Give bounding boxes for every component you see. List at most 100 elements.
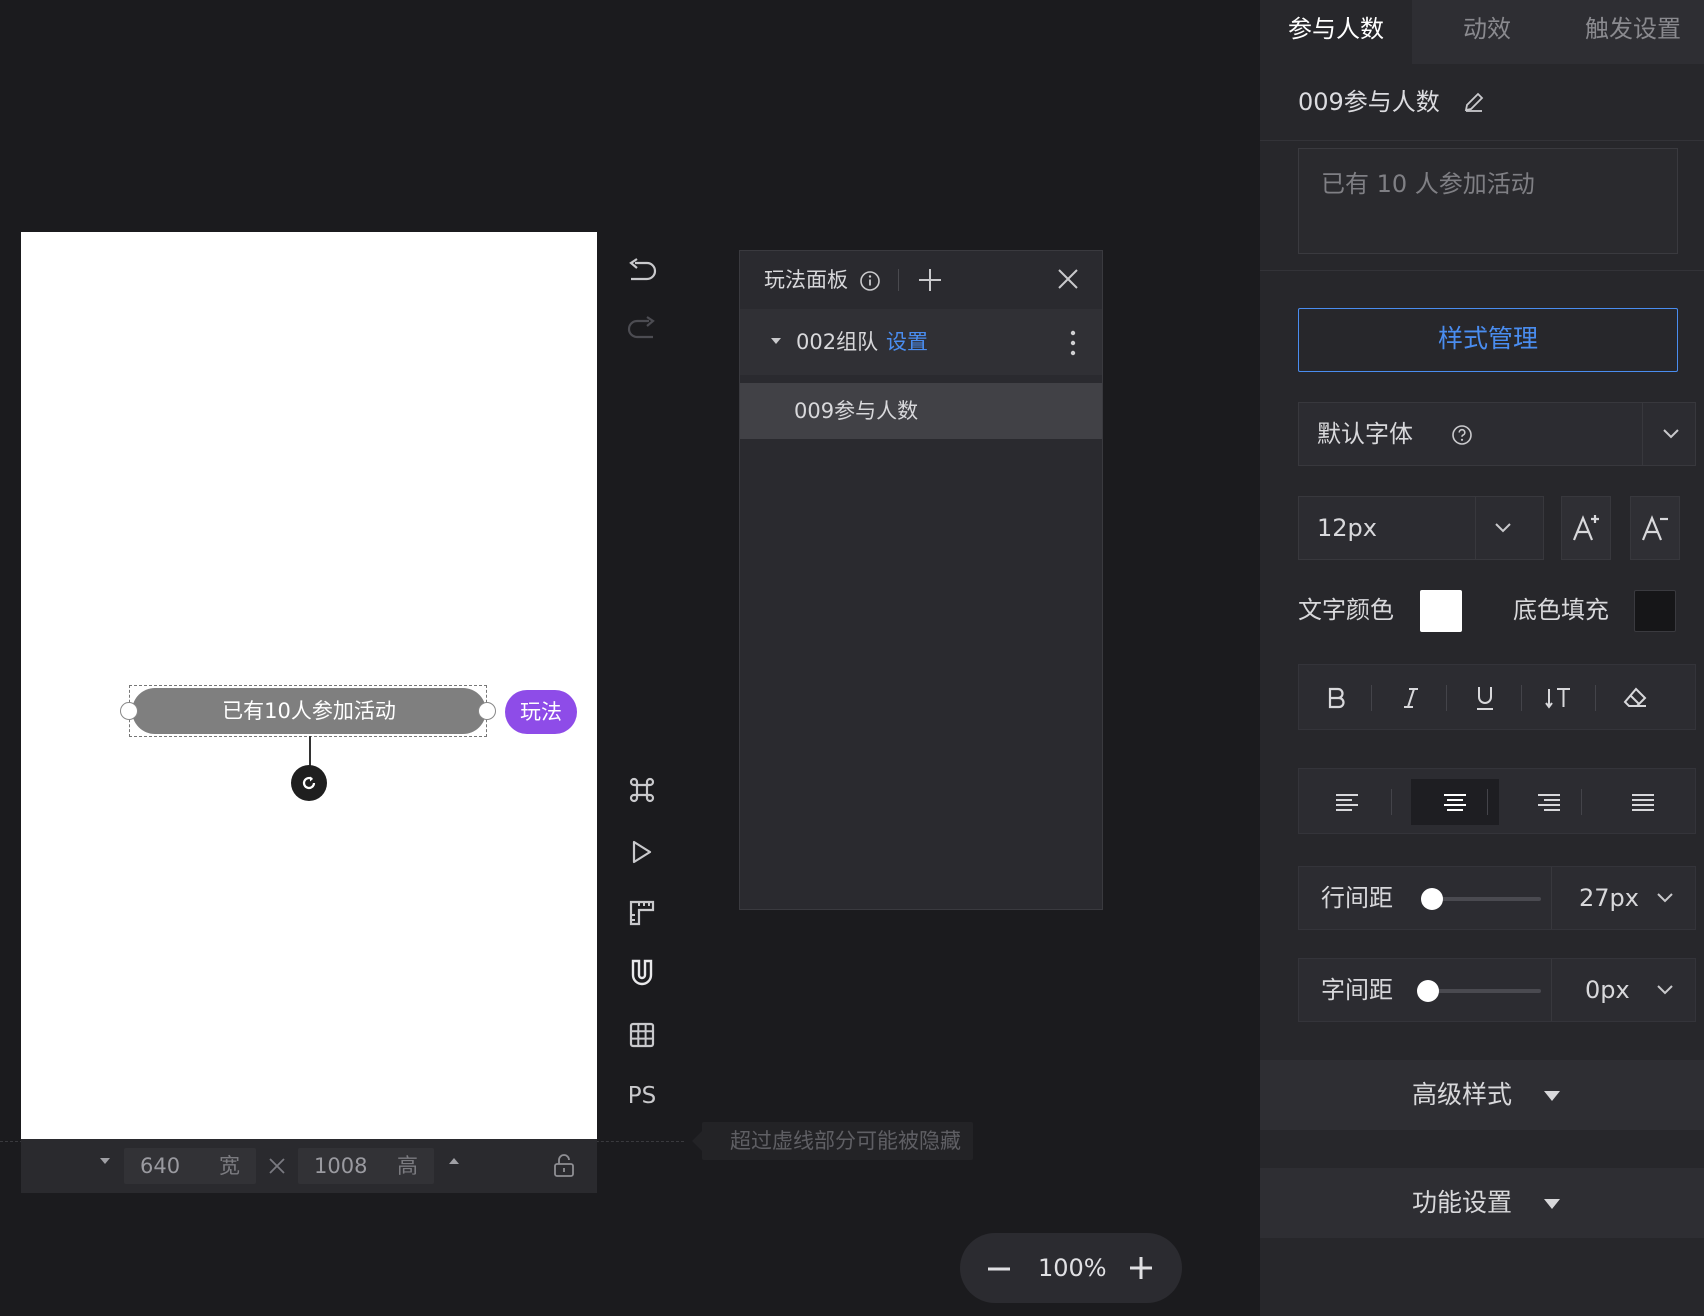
align-left-icon: [1336, 794, 1358, 811]
section-divider: [1260, 270, 1704, 271]
letter-spacing-value[interactable]: 0px: [1585, 972, 1630, 1008]
align-right-icon: [1538, 794, 1560, 811]
zoom-out-button[interactable]: [986, 1256, 1012, 1282]
width-value: 640: [140, 1154, 181, 1178]
resize-handle-left[interactable]: [120, 702, 138, 720]
font-family-select[interactable]: 默认字体: [1298, 402, 1696, 466]
tab-trigger-settings[interactable]: 触发设置: [1562, 0, 1704, 64]
tab-participants[interactable]: 参与人数: [1260, 0, 1412, 64]
text-align-toolbar: [1298, 768, 1696, 834]
align-justify-button[interactable]: [1599, 779, 1687, 825]
line-height-slider-thumb[interactable]: [1421, 888, 1443, 910]
bold-icon: [1328, 687, 1345, 709]
resize-handle-right[interactable]: [478, 702, 496, 720]
height-value: 1008: [314, 1154, 368, 1178]
shortcut-button[interactable]: [620, 768, 664, 812]
canvas-text-element[interactable]: 已有10人参加活动: [132, 688, 486, 734]
info-icon[interactable]: [859, 270, 881, 292]
help-icon[interactable]: [1451, 424, 1473, 446]
clear-format-button[interactable]: [1591, 675, 1679, 721]
ruler-button[interactable]: [620, 891, 664, 935]
underline-icon: [1477, 687, 1493, 710]
vertical-text-button[interactable]: [1515, 675, 1603, 721]
grid-icon: [629, 1022, 655, 1048]
text-content-input[interactable]: 已有 10 人参加活动: [1298, 148, 1678, 254]
close-icon[interactable]: [1057, 268, 1079, 290]
gameplay-group-row[interactable]: 002组队 设置: [740, 309, 1102, 375]
gameplay-tag[interactable]: 玩法: [505, 690, 577, 734]
group-settings-link[interactable]: 设置: [886, 326, 928, 358]
size-dropdown-icon[interactable]: [99, 1156, 111, 1166]
component-name: 009参与人数: [1298, 88, 1440, 116]
gameplay-panel: 玩法面板 002组队 设置 009参与人数: [739, 250, 1103, 910]
grid-button[interactable]: [620, 1013, 664, 1057]
caret-down-icon[interactable]: [770, 336, 782, 346]
text-format-toolbar: [1298, 664, 1696, 730]
line-height-label: 行间距: [1321, 884, 1393, 912]
align-center-button[interactable]: [1411, 779, 1499, 825]
chevron-down-icon[interactable]: [1493, 520, 1513, 534]
letter-spacing-control: 字间距 0px: [1298, 958, 1696, 1022]
ps-import-button[interactable]: PS: [620, 1074, 664, 1118]
font-decrease-icon: [1641, 515, 1668, 541]
times-icon: [267, 1156, 287, 1176]
play-icon: [632, 840, 652, 864]
zoom-in-button[interactable]: [1128, 1255, 1154, 1281]
function-settings-label: 功能设置: [1412, 1188, 1513, 1217]
chevron-down-icon[interactable]: [1655, 982, 1675, 996]
advanced-style-section[interactable]: 高级样式: [1260, 1060, 1704, 1130]
group-label: 002组队: [796, 330, 879, 354]
align-center-icon: [1444, 794, 1466, 811]
font-size-select[interactable]: 12px: [1298, 496, 1544, 560]
width-field[interactable]: 640 宽: [124, 1148, 256, 1184]
header-divider: [898, 269, 899, 291]
undo-button[interactable]: [620, 250, 664, 294]
gameplay-panel-title: 玩法面板: [764, 268, 848, 292]
gameplay-item-row[interactable]: 009参与人数: [740, 383, 1102, 439]
font-size-decrease-button[interactable]: [1630, 496, 1680, 560]
component-name-row: 009参与人数: [1260, 64, 1704, 141]
redo-button[interactable]: [620, 308, 664, 352]
font-size-increase-button[interactable]: [1561, 496, 1611, 560]
line-height-control: 行间距 27px: [1298, 866, 1696, 930]
overflow-hint: 超过虚线部分可能被隐藏: [692, 1122, 973, 1160]
function-settings-section[interactable]: 功能设置: [1260, 1168, 1704, 1238]
select-divider: [1642, 403, 1643, 465]
command-icon: [629, 777, 655, 803]
gameplay-item-label: 009参与人数: [794, 399, 919, 423]
italic-icon: [1404, 688, 1418, 708]
letter-spacing-slider-thumb[interactable]: [1417, 980, 1439, 1002]
edit-icon[interactable]: [1462, 90, 1486, 114]
align-right-button[interactable]: [1505, 779, 1593, 825]
caret-down-icon: [1543, 1198, 1561, 1210]
caret-down-icon: [1543, 1090, 1561, 1102]
style-manage-button[interactable]: 样式管理: [1298, 308, 1678, 372]
tab-animation[interactable]: 动效: [1412, 0, 1562, 64]
preview-button[interactable]: [620, 830, 664, 874]
rotate-handle[interactable]: [291, 765, 327, 801]
property-tabs: 参与人数 动效 触发设置: [1260, 0, 1704, 64]
letter-spacing-slider[interactable]: [1421, 989, 1541, 993]
minus-icon: [988, 1267, 1010, 1271]
align-justify-icon: [1632, 794, 1654, 811]
property-panel: 参与人数 动效 触发设置 009参与人数 已有 10 人参加活动 样式管理 默认…: [1260, 0, 1704, 1316]
size-collapse-icon[interactable]: [448, 1156, 460, 1166]
bg-fill-label: 底色填充: [1513, 596, 1609, 624]
chevron-down-icon[interactable]: [1661, 426, 1681, 440]
add-icon[interactable]: [917, 267, 943, 293]
bg-fill-swatch[interactable]: [1634, 590, 1676, 632]
align-left-button[interactable]: [1303, 779, 1391, 825]
unlock-icon[interactable]: [553, 1154, 575, 1178]
chevron-down-icon[interactable]: [1655, 890, 1675, 904]
height-unit: 高: [397, 1154, 418, 1178]
font-family-value: 默认字体: [1317, 420, 1413, 448]
ruler-icon: [629, 900, 655, 926]
gameplay-panel-header: 玩法面板: [740, 251, 1102, 309]
text-direction-icon: [1545, 688, 1570, 709]
line-height-value[interactable]: 27px: [1579, 880, 1639, 916]
height-field[interactable]: 1008 高: [298, 1148, 434, 1184]
text-color-swatch[interactable]: [1420, 590, 1462, 632]
snap-button[interactable]: [620, 952, 664, 996]
magnet-icon: [631, 959, 653, 986]
more-vertical-icon[interactable]: [1070, 330, 1076, 356]
